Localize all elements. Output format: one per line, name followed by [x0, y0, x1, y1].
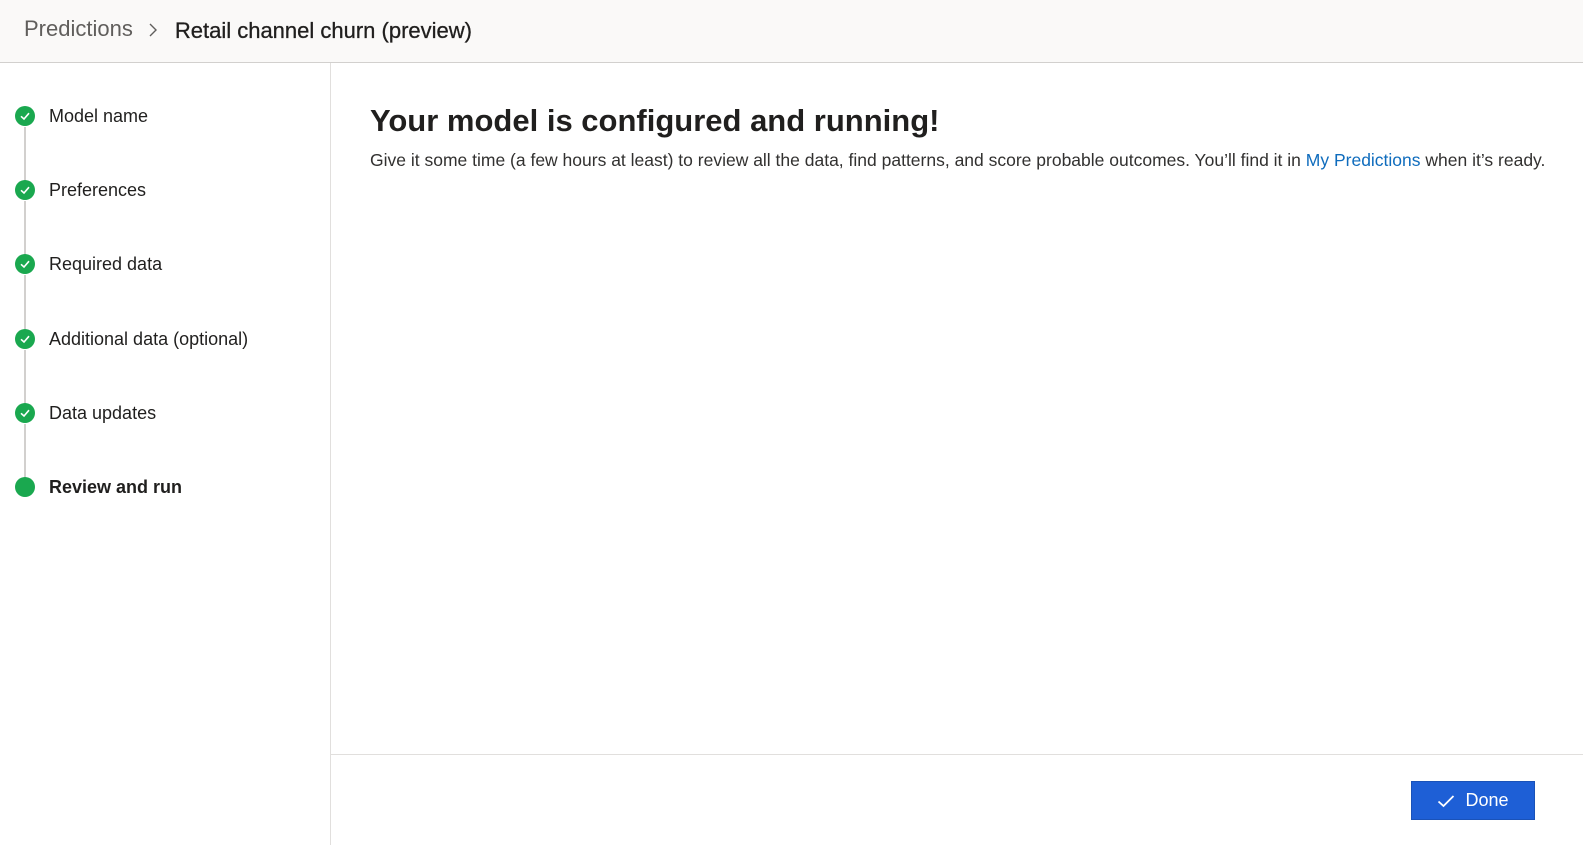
- confirmation-description: Give it some time (a few hours at least)…: [370, 150, 1545, 171]
- step-label: Required data: [49, 253, 163, 274]
- checkmark-circle-icon: [15, 254, 35, 274]
- chevron-right-icon: [142, 19, 164, 41]
- description-text-end: when it’s ready.: [1420, 150, 1546, 170]
- step-model-name[interactable]: Model name: [0, 96, 330, 136]
- step-additional-data[interactable]: Additional data (optional): [0, 319, 330, 359]
- checkmark-circle-icon: [15, 329, 35, 349]
- page-title: Retail channel churn (preview): [174, 17, 472, 43]
- checkmark-circle-icon: [15, 403, 35, 423]
- page-header: Predictions Retail channel churn (previe…: [0, 0, 1583, 63]
- filled-circle-icon: [15, 477, 35, 497]
- step-label: Preferences: [49, 179, 147, 200]
- confirmation-title: Your model is configured and running!: [370, 103, 940, 138]
- step-label: Model name: [49, 105, 149, 126]
- done-button[interactable]: Done: [1411, 781, 1535, 820]
- footer-bar: Done: [331, 754, 1583, 845]
- step-data-updates[interactable]: Data updates: [0, 393, 330, 433]
- wizard-steps: Model name Preferences Required data Add…: [0, 63, 331, 845]
- step-label: Review and run: [49, 476, 183, 497]
- description-text: Give it some time (a few hours at least)…: [370, 150, 1306, 170]
- step-label: Data updates: [49, 402, 157, 423]
- checkmark-circle-icon: [15, 180, 35, 200]
- my-predictions-link[interactable]: My Predictions: [1306, 150, 1421, 170]
- checkmark-circle-icon: [15, 106, 35, 126]
- done-button-label: Done: [1465, 790, 1509, 810]
- step-required-data[interactable]: Required data: [0, 244, 330, 284]
- checkmark-icon: [1437, 794, 1455, 808]
- step-label: Additional data (optional): [49, 328, 249, 349]
- breadcrumb-predictions-link[interactable]: Predictions: [24, 16, 133, 42]
- step-review-and-run[interactable]: Review and run: [0, 467, 330, 507]
- main-content: Your model is configured and running! Gi…: [331, 63, 1583, 754]
- step-preferences[interactable]: Preferences: [0, 170, 330, 210]
